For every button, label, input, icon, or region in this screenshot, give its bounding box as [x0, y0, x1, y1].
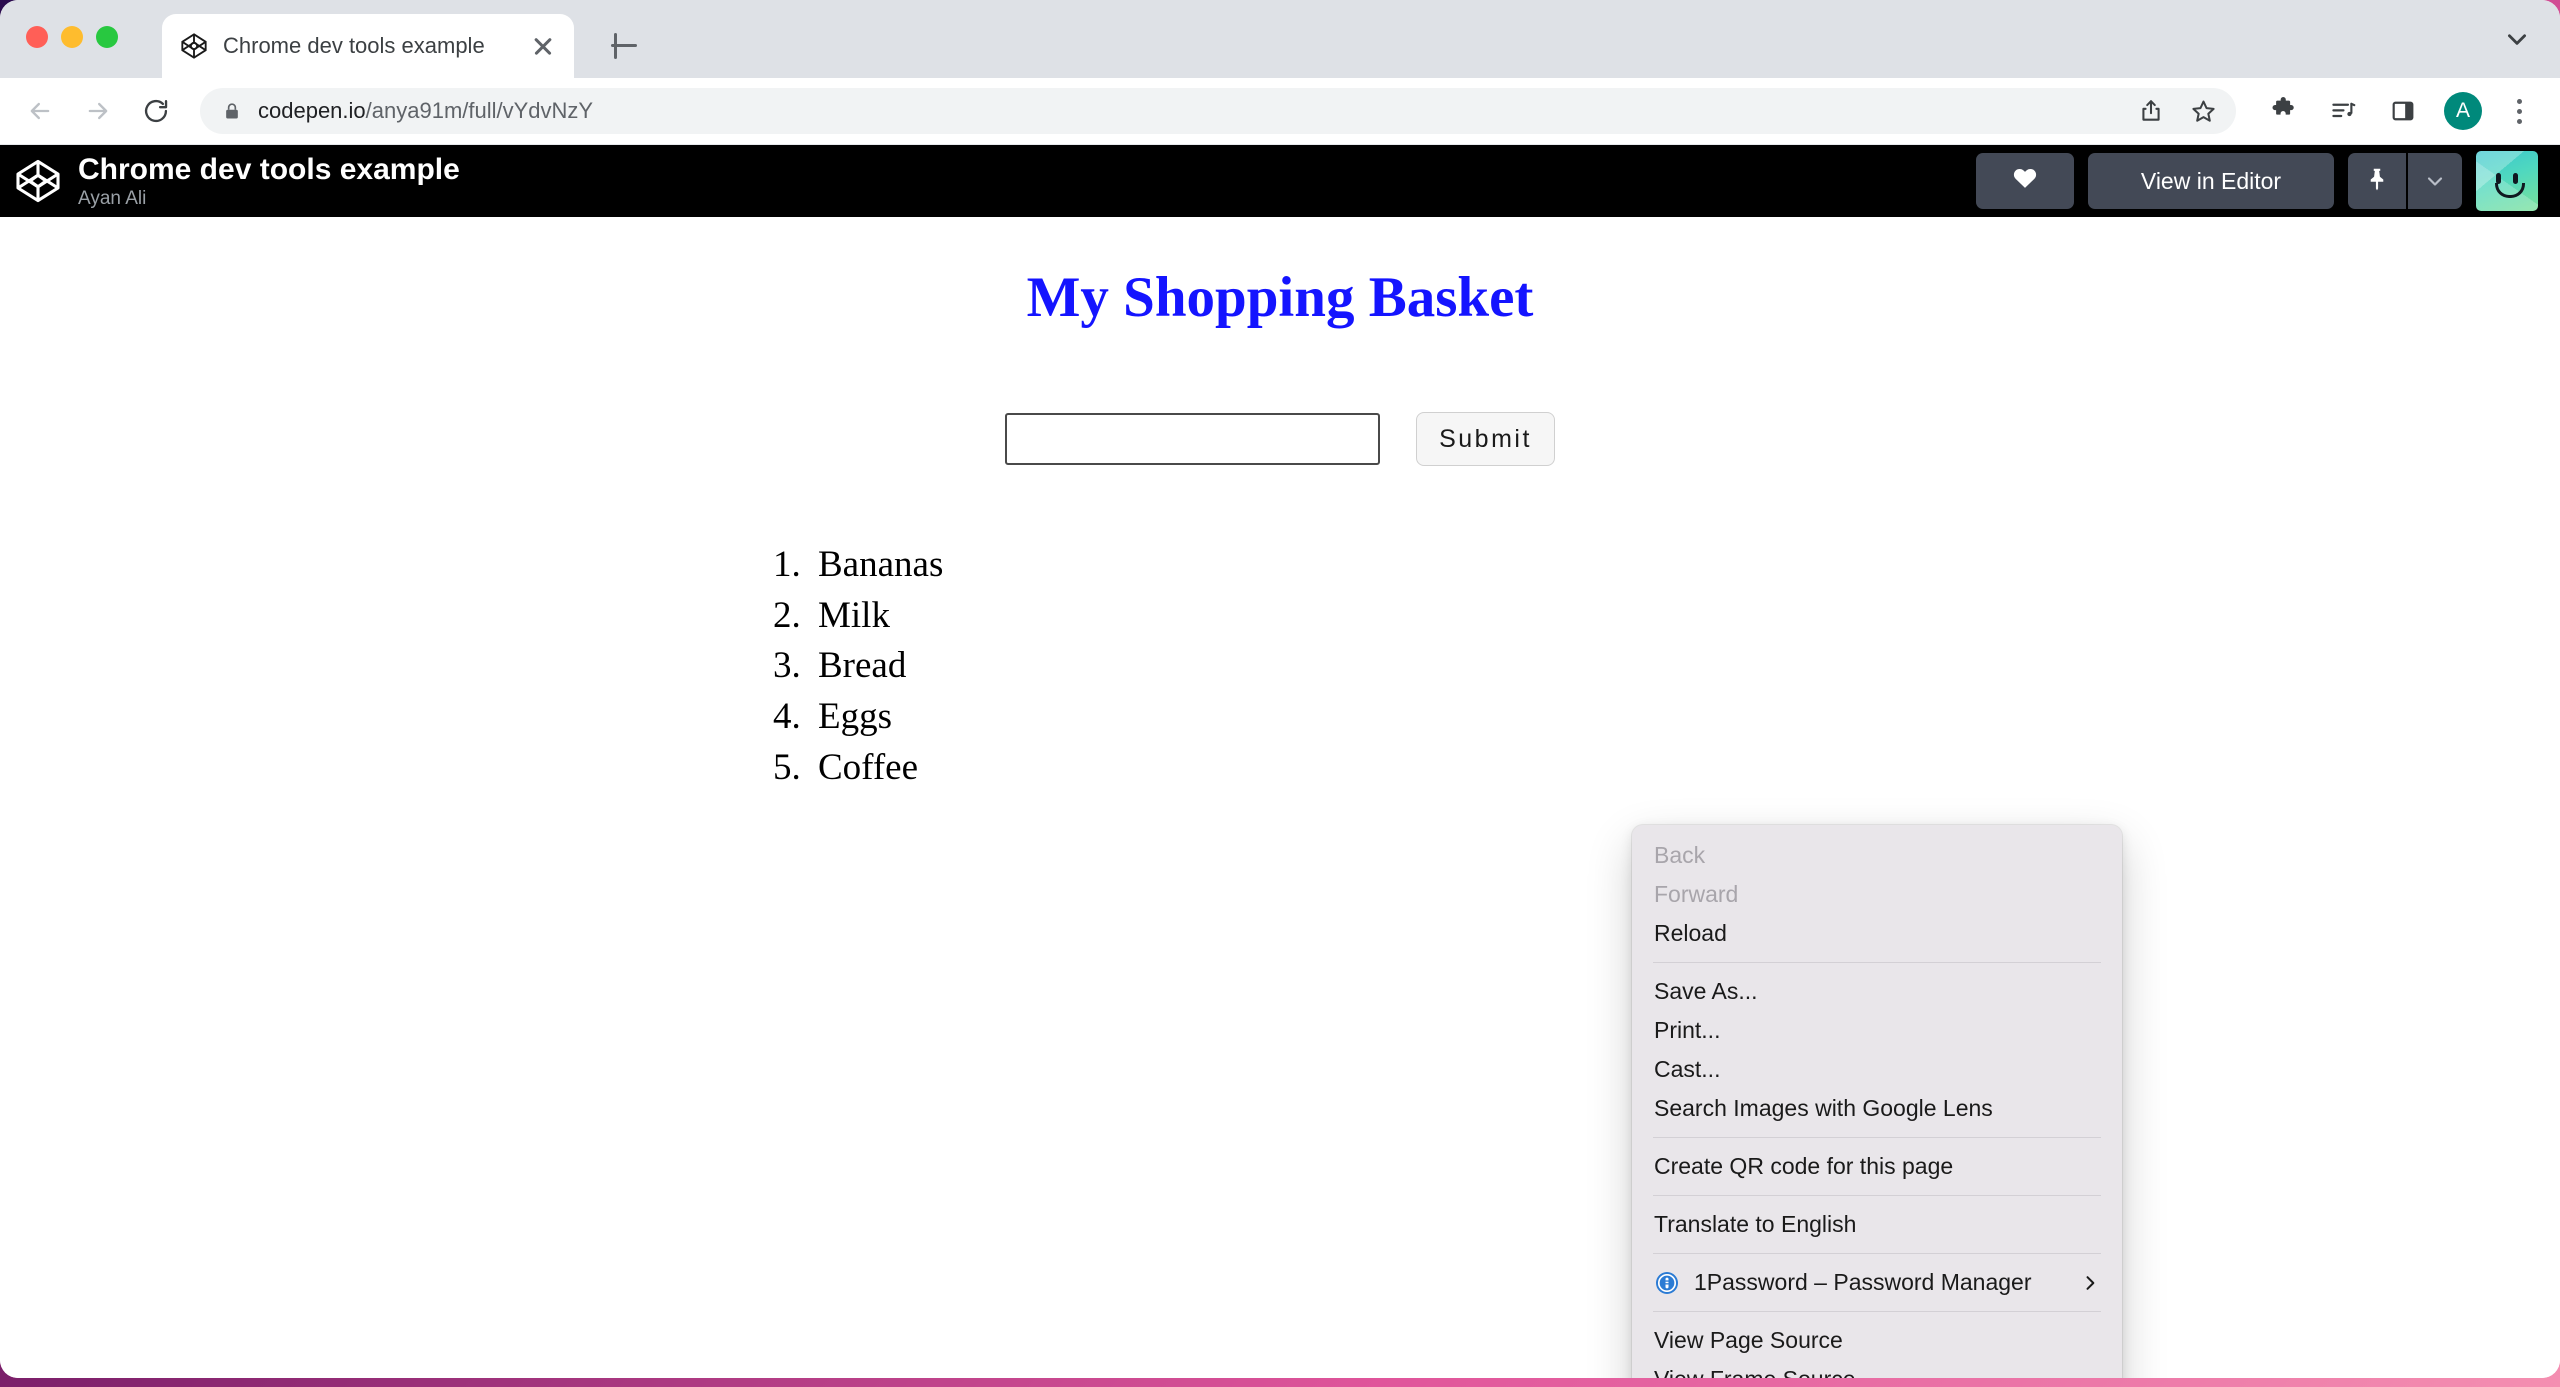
menu-separator	[1653, 1137, 2101, 1138]
avatar-smile-icon	[2495, 183, 2525, 198]
pin-dropdown-chevron-icon[interactable]	[2408, 153, 2462, 209]
item-input[interactable]	[1005, 413, 1380, 465]
codepen-favicon-icon	[180, 32, 208, 60]
url-path: /anya91m/full/vYdvNzY	[366, 98, 593, 123]
menu-item-label: Reload	[1654, 920, 1727, 947]
codepen-logo-icon	[14, 157, 62, 205]
reload-icon[interactable]	[134, 89, 178, 133]
list-item: Coffee	[810, 743, 2560, 794]
menu-item-back: Back	[1632, 836, 2122, 875]
tab-close-icon[interactable]	[530, 33, 556, 59]
menu-item-label: Search Images with Google Lens	[1654, 1095, 1993, 1122]
menu-item-search-images-with-google-lens[interactable]: Search Images with Google Lens	[1632, 1089, 2122, 1128]
menu-item-label: Cast...	[1654, 1056, 1720, 1083]
back-arrow-icon[interactable]	[18, 89, 62, 133]
submit-button[interactable]: Submit	[1416, 412, 1555, 466]
tab-strip: Chrome dev tools example	[0, 0, 2560, 78]
heart-icon	[2011, 164, 2039, 198]
menu-item-save-as[interactable]: Save As...	[1632, 972, 2122, 1011]
1password-icon	[1654, 1270, 1680, 1296]
list-item: Bread	[810, 641, 2560, 692]
share-icon[interactable]	[2132, 92, 2170, 130]
menu-item-label: View Page Source	[1654, 1327, 1843, 1354]
url-host: codepen.io	[258, 98, 366, 123]
codepen-header: Chrome dev tools example Ayan Ali View i…	[0, 145, 2560, 217]
puzzle-icon[interactable]	[2264, 92, 2302, 130]
add-item-form: Submit	[0, 412, 2560, 466]
pen-title: Chrome dev tools example	[78, 153, 1976, 187]
menu-item-reload[interactable]: Reload	[1632, 914, 2122, 953]
forward-arrow-icon[interactable]	[76, 89, 120, 133]
pin-button-group	[2348, 153, 2462, 209]
menu-item-forward: Forward	[1632, 875, 2122, 914]
page-content: My Shopping Basket Submit BananasMilkBre…	[0, 217, 2560, 1378]
menu-item-label: Save As...	[1654, 978, 1758, 1005]
context-menu: Back Forward Reload Save As... Print... Cast.…	[1632, 825, 2122, 1378]
basket-list-wrapper: BananasMilkBreadEggsCoffee	[0, 540, 2560, 793]
window-zoom-button[interactable]	[96, 26, 118, 48]
window-minimize-button[interactable]	[61, 26, 83, 48]
basket-list: BananasMilkBreadEggsCoffee	[0, 540, 2560, 793]
browser-tab-active[interactable]: Chrome dev tools example	[162, 14, 574, 78]
view-in-editor-button[interactable]: View in Editor	[2088, 153, 2334, 209]
codepen-title-block: Chrome dev tools example Ayan Ali	[78, 153, 1976, 210]
menu-item-create-qr-code-for-this-page[interactable]: Create QR code for this page	[1632, 1147, 2122, 1186]
profile-avatar[interactable]: A	[2444, 92, 2482, 130]
menu-item-translate-to-english[interactable]: Translate to English	[1632, 1205, 2122, 1244]
menu-item-view-page-source[interactable]: View Page Source	[1632, 1321, 2122, 1360]
menu-item-print[interactable]: Print...	[1632, 1011, 2122, 1050]
chevron-down-icon[interactable]	[2504, 26, 2530, 52]
window-traffic-lights	[26, 26, 118, 48]
browser-toolbar: codepen.io/anya91m/full/vYdvNzY	[0, 78, 2560, 145]
menu-separator	[1653, 1195, 2101, 1196]
pin-icon	[2364, 166, 2390, 197]
love-button[interactable]	[1976, 153, 2074, 209]
menu-item-label: Translate to English	[1654, 1211, 1856, 1238]
url-text: codepen.io/anya91m/full/vYdvNzY	[258, 98, 593, 124]
toolbar-right-actions: A	[2264, 92, 2534, 130]
address-bar[interactable]: codepen.io/anya91m/full/vYdvNzY	[200, 88, 2236, 134]
menu-separator	[1653, 1253, 2101, 1254]
pen-author: Ayan Ali	[78, 188, 1976, 209]
menu-item-1password-password-manager[interactable]: 1Password – Password Manager	[1632, 1263, 2122, 1302]
menu-item-view-frame-source[interactable]: View Frame Source	[1632, 1360, 2122, 1378]
pin-button[interactable]	[2348, 153, 2408, 209]
chevron-right-icon	[2080, 1273, 2100, 1293]
menu-item-cast[interactable]: Cast...	[1632, 1050, 2122, 1089]
menu-item-label: Back	[1654, 842, 1705, 869]
list-item: Milk	[810, 591, 2560, 642]
browser-window: Chrome dev tools example	[0, 0, 2560, 1378]
menu-item-label: View Frame Source	[1654, 1366, 1856, 1378]
menu-item-label: Print...	[1654, 1017, 1720, 1044]
window-close-button[interactable]	[26, 26, 48, 48]
star-icon[interactable]	[2184, 92, 2222, 130]
codepen-actions: View in Editor	[1976, 151, 2538, 211]
menu-separator	[1653, 962, 2101, 963]
menu-separator	[1653, 1311, 2101, 1312]
menu-item-label: 1Password – Password Manager	[1694, 1269, 2032, 1296]
three-dot-menu-icon[interactable]	[2504, 92, 2534, 130]
page-title: My Shopping Basket	[0, 217, 2560, 330]
list-item: Eggs	[810, 692, 2560, 743]
media-list-icon[interactable]	[2324, 92, 2362, 130]
tab-title: Chrome dev tools example	[223, 33, 522, 59]
list-item: Bananas	[810, 540, 2560, 591]
omnibox-actions	[2132, 88, 2222, 134]
menu-item-label: Forward	[1654, 881, 1738, 908]
side-panel-icon[interactable]	[2384, 92, 2422, 130]
user-avatar[interactable]	[2476, 151, 2538, 211]
lock-icon	[222, 101, 242, 121]
menu-item-label: Create QR code for this page	[1654, 1153, 1953, 1180]
new-tab-button[interactable]	[602, 24, 646, 68]
